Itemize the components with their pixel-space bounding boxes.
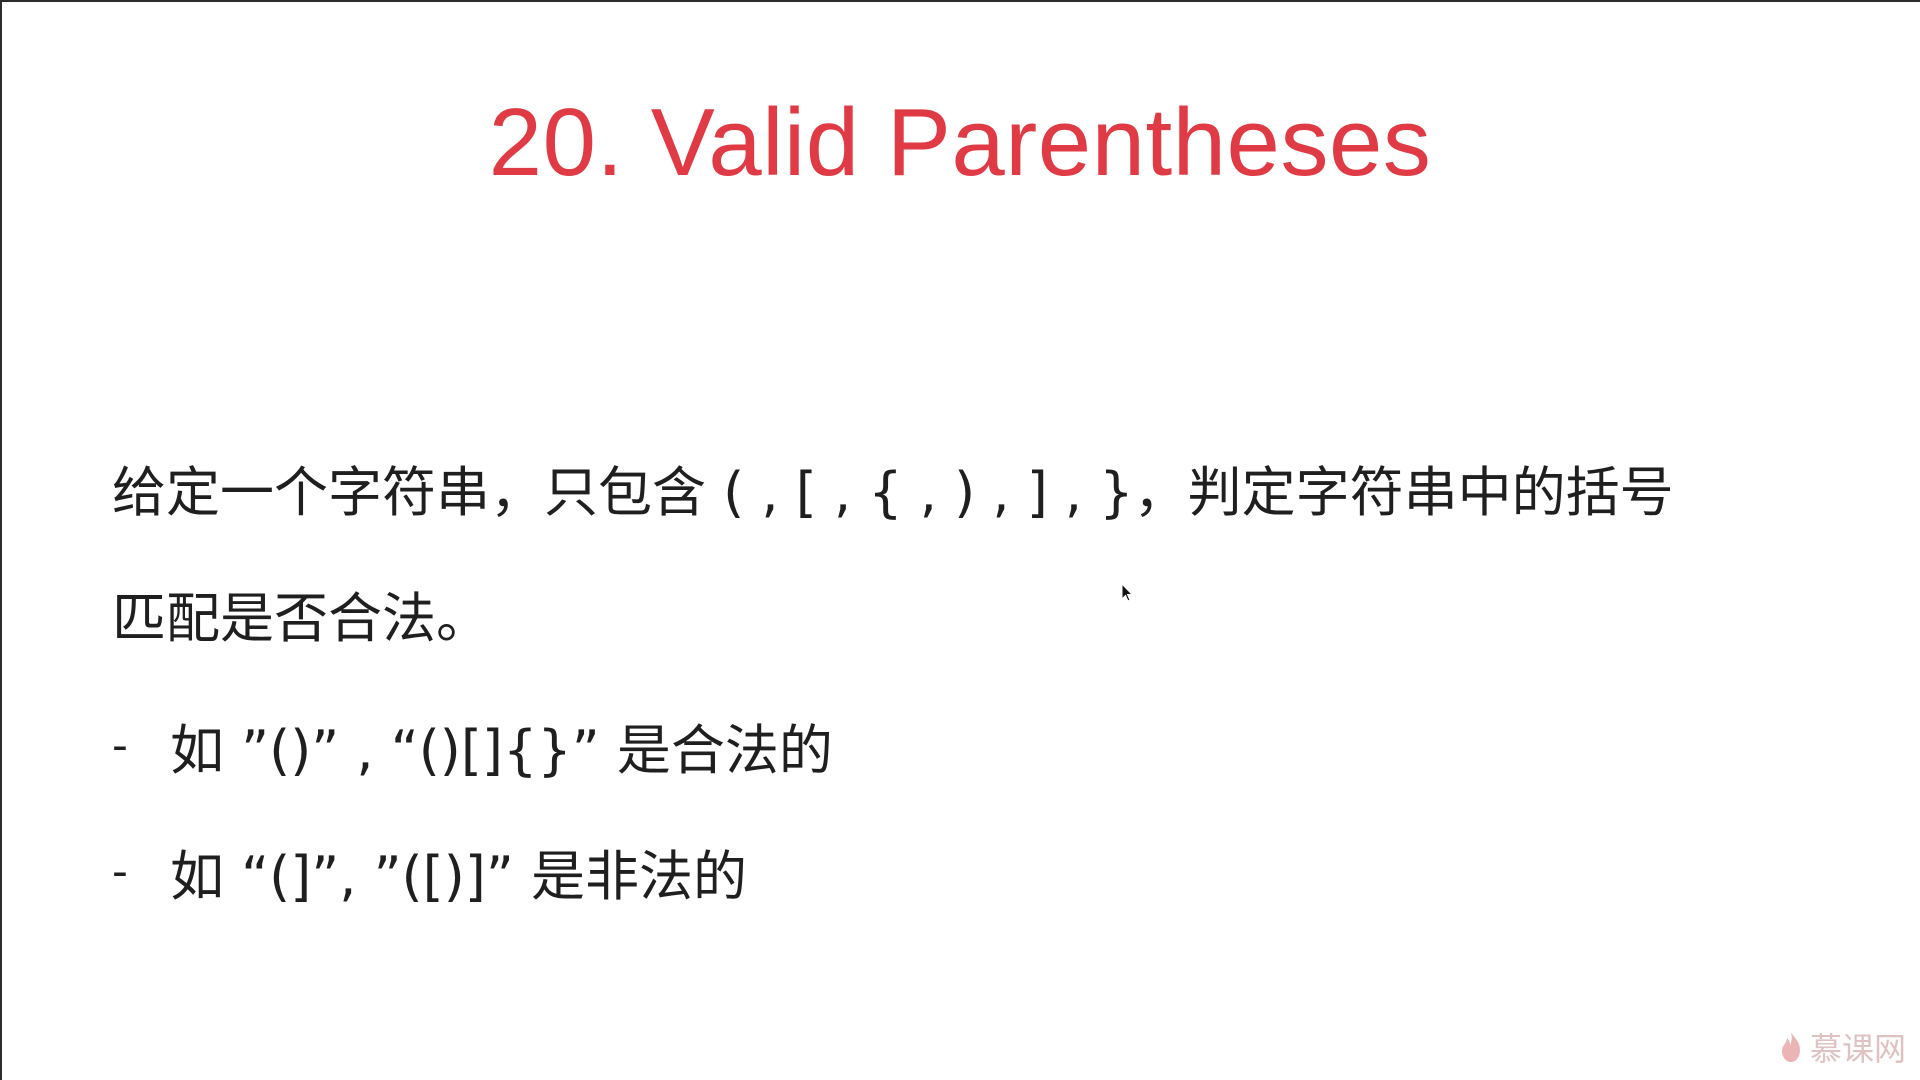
slide-content: 给定一个字符串，只包含 ( , [ , { , ) , ] , }，判定字符串中… bbox=[112, 430, 1812, 934]
watermark-text: 慕课网 bbox=[1809, 1030, 1906, 1068]
flame-icon bbox=[1781, 1032, 1800, 1062]
mouse-cursor-icon bbox=[1121, 583, 1133, 602]
slide-title: 20. Valid Parentheses bbox=[488, 89, 1432, 196]
bullet-invalid-example: - 如 “(]”, ”([)]” 是非法的 bbox=[112, 808, 1812, 934]
bullet-text: 如 “(]”, ”([)]” 是非法的 bbox=[170, 844, 747, 908]
bullet-dash: - bbox=[112, 845, 128, 897]
bullet-dash: - bbox=[112, 719, 128, 771]
problem-description: 给定一个字符串，只包含 ( , [ , { , ) , ] , }，判定字符串中… bbox=[112, 430, 1812, 682]
description-line-1: 给定一个字符串，只包含 ( , [ , { , ) , ] , }，判定字符串中… bbox=[112, 461, 1674, 524]
frame-top-border bbox=[0, 0, 1920, 2]
watermark: 慕课网 bbox=[1778, 1024, 1906, 1070]
bullet-valid-example: - 如 ”()” , “()[]{}” 是合法的 bbox=[112, 682, 1812, 808]
description-line-2: 匹配是否合法。 bbox=[112, 587, 490, 650]
bullet-text: 如 ”()” , “()[]{}” 是合法的 bbox=[170, 718, 833, 782]
